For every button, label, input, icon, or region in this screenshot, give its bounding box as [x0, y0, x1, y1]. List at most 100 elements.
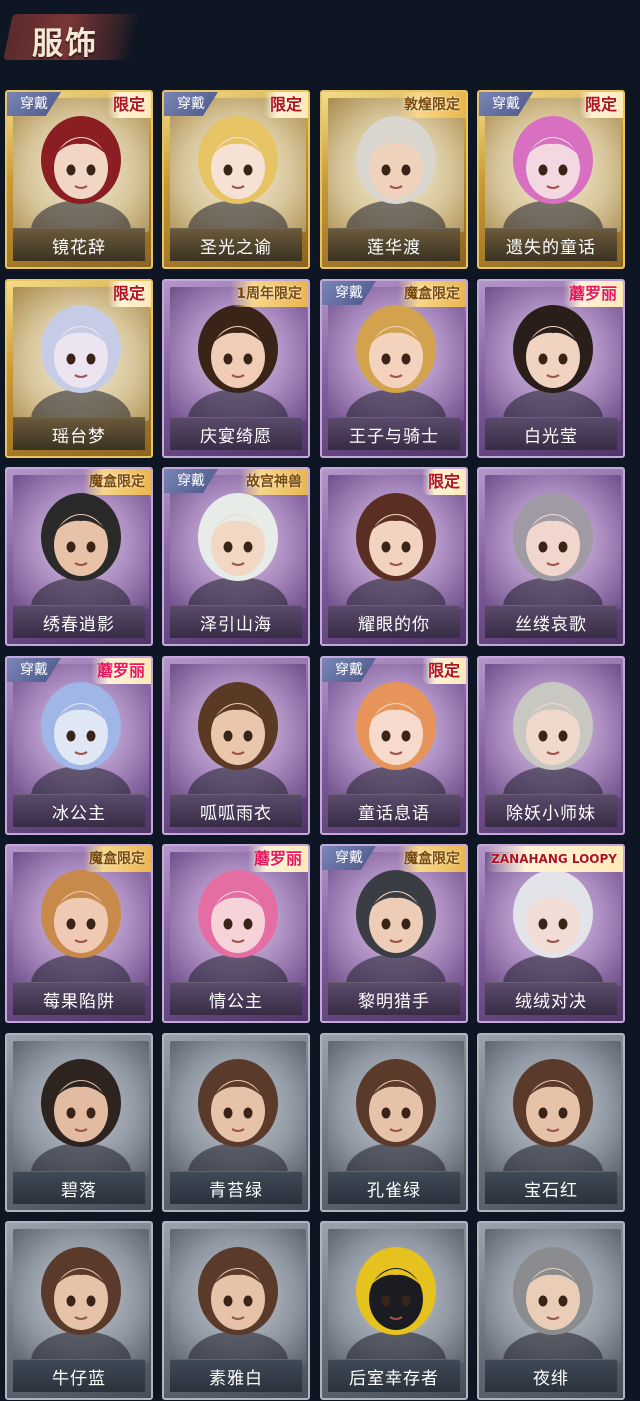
costume-portrait [170, 475, 306, 609]
costume-portrait [328, 1041, 464, 1175]
character-figure-icon [31, 305, 131, 421]
costume-name: 素雅白 [170, 1359, 302, 1392]
costume-card[interactable]: 丝缕哀歌 [477, 467, 625, 646]
costume-card[interactable]: 碧落 [5, 1033, 153, 1212]
costume-name: 牛仔蓝 [13, 1359, 145, 1392]
character-figure-icon [188, 116, 288, 232]
limited-badge: 故宫神兽 [240, 469, 308, 495]
costume-card[interactable]: 魔盒限定 绣春逍影 [5, 467, 153, 646]
character-figure-icon [503, 870, 603, 986]
costume-card[interactable]: ZANAHANG LOOPY 绒绒对决 [477, 844, 625, 1023]
costume-card[interactable]: 敦煌限定 莲华渡 [320, 90, 468, 269]
limited-badge: 蘑罗丽 [247, 846, 308, 872]
costume-name: 宝石红 [485, 1171, 617, 1204]
costume-card[interactable]: 穿戴 限定 镜花辞 [5, 90, 153, 269]
costume-card[interactable]: 除妖小师妹 [477, 656, 625, 835]
limited-badge: 限定 [578, 92, 623, 118]
costume-portrait [170, 664, 306, 798]
limited-badge: 蘑罗丽 [562, 281, 623, 307]
costume-portrait [485, 98, 621, 232]
costume-card[interactable]: 青苔绿 [162, 1033, 310, 1212]
limited-badge: 限定 [106, 281, 151, 307]
costume-name: 碧落 [13, 1171, 145, 1204]
costume-card[interactable]: 夜绯 [477, 1221, 625, 1400]
costume-portrait [13, 1041, 149, 1175]
costume-portrait [13, 287, 149, 421]
costume-card[interactable]: 蘑罗丽 白光莹 [477, 279, 625, 458]
character-figure-icon [503, 493, 603, 609]
costume-card[interactable]: 穿戴 限定 圣光之谕 [162, 90, 310, 269]
costume-portrait [328, 287, 464, 421]
character-figure-icon [503, 116, 603, 232]
costume-card[interactable]: 宝石红 [477, 1033, 625, 1212]
costume-name: 后室幸存者 [328, 1359, 460, 1392]
costume-portrait [485, 287, 621, 421]
costume-name: 遗失的童话 [485, 228, 617, 261]
costume-card[interactable]: 孔雀绿 [320, 1033, 468, 1212]
character-figure-icon [188, 682, 288, 798]
costume-portrait [170, 287, 306, 421]
costume-card[interactable]: 穿戴 故宫神兽 泽引山海 [162, 467, 310, 646]
costume-card[interactable]: 素雅白 [162, 1221, 310, 1400]
character-figure-icon [188, 870, 288, 986]
costume-card[interactable]: 穿戴 魔盒限定 黎明猎手 [320, 844, 468, 1023]
costume-portrait [485, 852, 621, 986]
limited-badge: 魔盒限定 [83, 846, 151, 872]
character-figure-icon [31, 1059, 131, 1175]
section-title: 服饰 [32, 26, 98, 62]
costume-name: 孔雀绿 [328, 1171, 460, 1204]
costume-card[interactable]: 魔盒限定 莓果陷阱 [5, 844, 153, 1023]
costume-portrait [485, 475, 621, 609]
character-figure-icon [188, 1247, 288, 1363]
character-figure-icon [346, 870, 446, 986]
costume-name: 绒绒对决 [485, 982, 617, 1015]
limited-badge: 限定 [421, 658, 466, 684]
costume-name: 圣光之谕 [170, 228, 302, 261]
costume-name: 绣春逍影 [13, 605, 145, 638]
costume-name: 除妖小师妹 [485, 794, 617, 827]
costume-portrait [328, 475, 464, 609]
costume-name: 情公主 [170, 982, 302, 1015]
costume-name: 泽引山海 [170, 605, 302, 638]
costume-portrait [170, 852, 306, 986]
character-figure-icon [503, 1059, 603, 1175]
costume-portrait [13, 98, 149, 232]
character-figure-icon [31, 682, 131, 798]
costume-card[interactable]: 穿戴 限定 遗失的童话 [477, 90, 625, 269]
costume-grid: 穿戴 限定 镜花辞 穿戴 限定 圣光之谕 敦煌限定 莲华渡 穿戴 限定 遗失的童话 限定 瑶台梦 1周年限… [5, 90, 635, 1400]
costume-name: 王子与骑士 [328, 417, 460, 450]
costume-name: 莲华渡 [328, 228, 460, 261]
costume-card[interactable]: 穿戴 限定 童话息语 [320, 656, 468, 835]
costume-card[interactable]: 穿戴 魔盒限定 王子与骑士 [320, 279, 468, 458]
costume-card[interactable]: 呱呱雨衣 [162, 656, 310, 835]
costume-portrait [485, 1229, 621, 1363]
character-figure-icon [503, 682, 603, 798]
costume-card[interactable]: 限定 耀眼的你 [320, 467, 468, 646]
costume-name: 青苔绿 [170, 1171, 302, 1204]
costume-name: 童话息语 [328, 794, 460, 827]
character-figure-icon [346, 305, 446, 421]
character-figure-icon [31, 870, 131, 986]
costume-card[interactable]: 1周年限定 庆宴绮愿 [162, 279, 310, 458]
costume-portrait [170, 1229, 306, 1363]
costume-card[interactable]: 蘑罗丽情公主 [162, 844, 310, 1023]
costume-name: 夜绯 [485, 1359, 617, 1392]
costume-card[interactable]: 穿戴 蘑罗丽 冰公主 [5, 656, 153, 835]
character-figure-icon [346, 116, 446, 232]
costume-portrait [170, 1041, 306, 1175]
limited-badge: 蘑罗丽 [90, 658, 151, 684]
character-figure-icon [503, 305, 603, 421]
character-figure-icon [346, 493, 446, 609]
limited-badge: 限定 [263, 92, 308, 118]
limited-badge: 魔盒限定 [398, 281, 466, 307]
character-figure-icon [346, 1059, 446, 1175]
costume-card[interactable]: 后室幸存者 [320, 1221, 468, 1400]
limited-badge: 限定 [106, 92, 151, 118]
character-figure-icon [31, 116, 131, 232]
costume-card[interactable]: 限定 瑶台梦 [5, 279, 153, 458]
character-figure-icon [31, 493, 131, 609]
costume-card[interactable]: 牛仔蓝 [5, 1221, 153, 1400]
costume-portrait [328, 98, 464, 232]
character-figure-icon [188, 305, 288, 421]
limited-badge: 限定 [421, 469, 466, 495]
